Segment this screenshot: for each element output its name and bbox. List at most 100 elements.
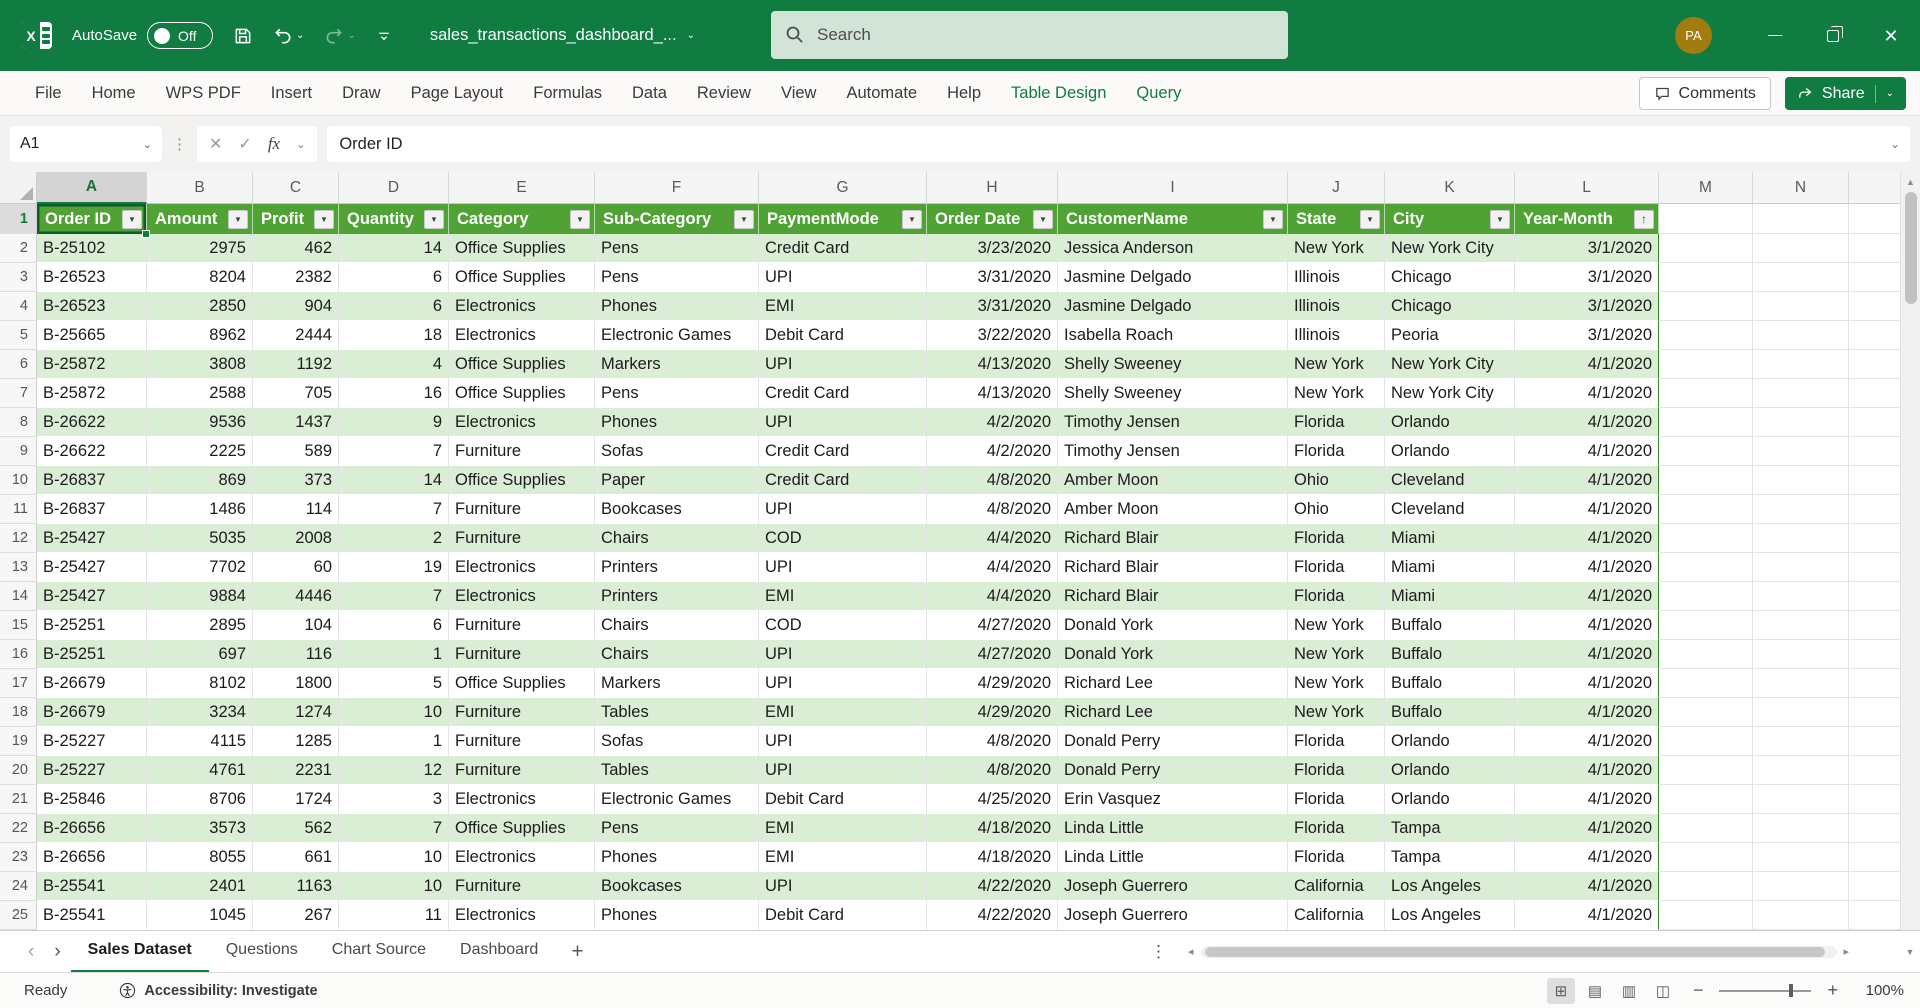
cell[interactable]: Furniture bbox=[449, 727, 595, 756]
cell[interactable]: 1800 bbox=[253, 669, 339, 698]
select-all-button[interactable] bbox=[0, 172, 37, 204]
cell[interactable]: Illinois bbox=[1288, 263, 1385, 292]
quick-access-toolbar-button[interactable] bbox=[376, 28, 392, 44]
cell[interactable]: 9884 bbox=[147, 582, 253, 611]
cell[interactable]: New York bbox=[1288, 669, 1385, 698]
cell[interactable]: Tampa bbox=[1385, 843, 1515, 872]
cell[interactable]: B-25541 bbox=[37, 901, 147, 930]
horizontal-scrollbar[interactable]: ◂ ▸ bbox=[1185, 945, 1852, 958]
cell[interactable]: Tables bbox=[595, 756, 759, 785]
cell[interactable]: 4/4/2020 bbox=[927, 524, 1058, 553]
cell[interactable] bbox=[1753, 669, 1849, 698]
cell[interactable]: 5035 bbox=[147, 524, 253, 553]
cell[interactable]: Florida bbox=[1288, 437, 1385, 466]
cell[interactable]: 7702 bbox=[147, 553, 253, 582]
cell[interactable]: Chicago bbox=[1385, 292, 1515, 321]
cell[interactable] bbox=[1659, 727, 1753, 756]
cell[interactable]: Miami bbox=[1385, 582, 1515, 611]
page-layout-icon[interactable]: ▥ bbox=[1615, 978, 1643, 1004]
sheet-tab-dashboard[interactable]: Dashboard bbox=[443, 931, 555, 973]
cell[interactable]: Electronics bbox=[449, 582, 595, 611]
scroll-right-icon[interactable]: ▸ bbox=[1841, 945, 1853, 958]
cell[interactable] bbox=[1659, 640, 1753, 669]
cell[interactable]: Office Supplies bbox=[449, 669, 595, 698]
filter-dropdown-icon[interactable]: ▼ bbox=[902, 209, 922, 229]
cell[interactable] bbox=[1659, 524, 1753, 553]
cell[interactable] bbox=[1753, 321, 1849, 350]
cell[interactable]: 4/1/2020 bbox=[1515, 698, 1659, 727]
cell[interactable]: 3/1/2020 bbox=[1515, 321, 1659, 350]
cell[interactable] bbox=[1753, 872, 1849, 901]
cell[interactable]: Buffalo bbox=[1385, 611, 1515, 640]
cell[interactable] bbox=[1659, 408, 1753, 437]
cell[interactable]: Orlando bbox=[1385, 727, 1515, 756]
cell[interactable]: Pens bbox=[595, 263, 759, 292]
cell[interactable]: 4/1/2020 bbox=[1515, 582, 1659, 611]
cell[interactable]: 2231 bbox=[253, 756, 339, 785]
cell[interactable]: Orlando bbox=[1385, 437, 1515, 466]
cell[interactable]: Office Supplies bbox=[449, 263, 595, 292]
cell[interactable] bbox=[1753, 785, 1849, 814]
cell[interactable]: Credit Card bbox=[759, 379, 927, 408]
cell[interactable]: 4/1/2020 bbox=[1515, 466, 1659, 495]
ribbon-tab-page-layout[interactable]: Page Layout bbox=[396, 71, 519, 116]
cell[interactable]: 705 bbox=[253, 379, 339, 408]
cell[interactable]: 4/1/2020 bbox=[1515, 814, 1659, 843]
cell[interactable]: Office Supplies bbox=[449, 814, 595, 843]
cell[interactable]: 4/1/2020 bbox=[1515, 553, 1659, 582]
cell[interactable]: Furniture bbox=[449, 524, 595, 553]
cell[interactable]: 1486 bbox=[147, 495, 253, 524]
cell[interactable]: 9 bbox=[339, 408, 449, 437]
share-dropdown-icon[interactable]: ⌄ bbox=[1886, 88, 1894, 99]
table-header-cell-category[interactable]: Category ▼ bbox=[449, 204, 595, 234]
cell[interactable]: Peoria bbox=[1385, 321, 1515, 350]
column-header-H[interactable]: H bbox=[927, 172, 1058, 204]
name-box[interactable]: A1 ⌄ bbox=[10, 126, 162, 162]
zoom-slider[interactable] bbox=[1719, 984, 1812, 997]
cell[interactable]: 1 bbox=[339, 727, 449, 756]
cell[interactable]: 2975 bbox=[147, 234, 253, 263]
cell[interactable]: Isabella Roach bbox=[1058, 321, 1288, 350]
cell[interactable]: New York City bbox=[1385, 350, 1515, 379]
cell[interactable]: 8706 bbox=[147, 785, 253, 814]
column-header-E[interactable]: E bbox=[449, 172, 595, 204]
cell[interactable]: Richard Lee bbox=[1058, 669, 1288, 698]
cell[interactable]: Illinois bbox=[1288, 292, 1385, 321]
row-header-19[interactable]: 19 bbox=[0, 727, 37, 756]
cell[interactable] bbox=[1659, 669, 1753, 698]
cell[interactable]: 3/1/2020 bbox=[1515, 292, 1659, 321]
cell[interactable]: Furniture bbox=[449, 495, 595, 524]
filter-dropdown-icon[interactable]: ▼ bbox=[228, 209, 248, 229]
cell[interactable] bbox=[1659, 204, 1753, 234]
cell[interactable]: 2444 bbox=[253, 321, 339, 350]
cell[interactable]: 4/22/2020 bbox=[927, 901, 1058, 930]
row-header-25[interactable]: 25 bbox=[0, 901, 37, 930]
cell[interactable] bbox=[1753, 495, 1849, 524]
column-header-K[interactable]: K bbox=[1385, 172, 1515, 204]
cell[interactable]: Buffalo bbox=[1385, 640, 1515, 669]
cell[interactable] bbox=[1753, 292, 1849, 321]
cell[interactable]: Florida bbox=[1288, 814, 1385, 843]
cell[interactable]: Donald Perry bbox=[1058, 756, 1288, 785]
cell[interactable]: 14 bbox=[339, 234, 449, 263]
filter-dropdown-icon[interactable]: ▼ bbox=[1360, 209, 1380, 229]
ribbon-tab-automate[interactable]: Automate bbox=[831, 71, 932, 116]
scroll-up-icon[interactable]: ▲ bbox=[1901, 172, 1920, 192]
cell[interactable]: Timothy Jensen bbox=[1058, 437, 1288, 466]
cell[interactable]: Phones bbox=[595, 408, 759, 437]
row-header-14[interactable]: 14 bbox=[0, 582, 37, 611]
cell[interactable]: B-26656 bbox=[37, 843, 147, 872]
cell[interactable]: Joseph Guerrero bbox=[1058, 872, 1288, 901]
cell[interactable]: 4/1/2020 bbox=[1515, 901, 1659, 930]
cell[interactable]: Buffalo bbox=[1385, 669, 1515, 698]
vertical-scroll-thumb[interactable] bbox=[1904, 192, 1917, 304]
cell[interactable]: B-25427 bbox=[37, 553, 147, 582]
cell[interactable] bbox=[1753, 756, 1849, 785]
cell[interactable]: Office Supplies bbox=[449, 379, 595, 408]
cell[interactable]: 4/1/2020 bbox=[1515, 611, 1659, 640]
cell[interactable]: California bbox=[1288, 901, 1385, 930]
table-header-cell-profit[interactable]: Profit ▼ bbox=[253, 204, 339, 234]
cell[interactable]: 1437 bbox=[253, 408, 339, 437]
insert-function-button[interactable]: fx bbox=[268, 134, 280, 154]
filter-dropdown-icon[interactable]: ▼ bbox=[734, 209, 754, 229]
